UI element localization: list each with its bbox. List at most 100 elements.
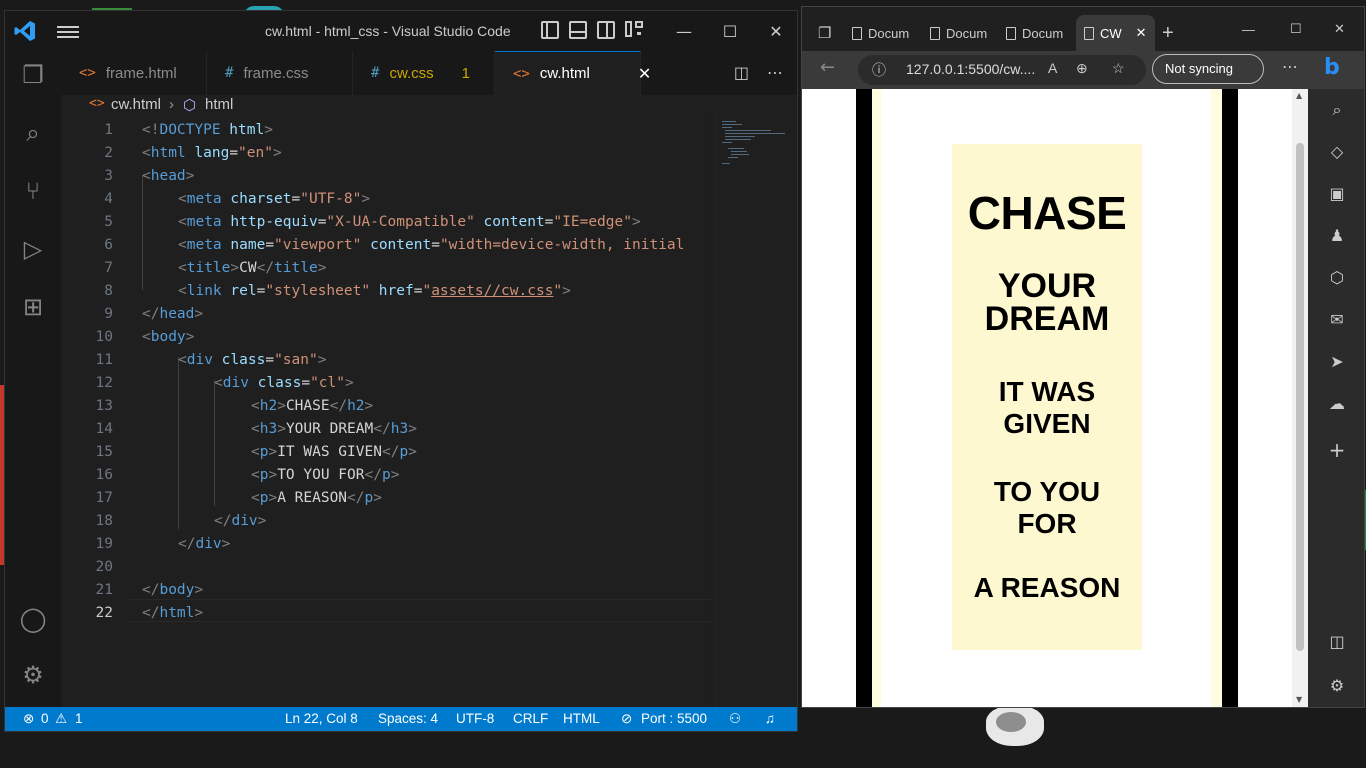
sidebar-toggle-icon[interactable]: ◫: [1328, 633, 1346, 651]
code-editor[interactable]: 1 <!DOCTYPE html> 2 <html lang="en"> 3 <hea…: [61, 117, 711, 707]
tab-cw-html[interactable]: <> cw.html ✕: [495, 51, 651, 95]
attr: charset: [221, 191, 292, 207]
minimize-icon[interactable]: —: [1242, 7, 1255, 51]
browser-tab-2[interactable]: Docum: [930, 15, 987, 51]
minimize-icon[interactable]: —: [661, 11, 707, 51]
settings-gear-icon[interactable]: ⚙: [19, 661, 47, 689]
zoom-icon[interactable]: ⊕: [1076, 60, 1088, 77]
toggle-secondary-sidebar-icon[interactable]: [597, 21, 615, 39]
accounts-icon[interactable]: ◯: [19, 605, 47, 633]
maximize-icon[interactable]: ☐: [1290, 7, 1302, 51]
search-icon[interactable]: ⌕: [1328, 101, 1346, 119]
extensions-icon[interactable]: ⊞: [19, 293, 47, 321]
bing-icon[interactable]: b: [1324, 55, 1340, 80]
drop-icon[interactable]: ☁: [1328, 395, 1346, 413]
punct: >: [408, 421, 417, 437]
games-icon[interactable]: ♟: [1328, 227, 1346, 245]
editor-actions: ◫ ⋯: [734, 63, 783, 82]
toggle-panel-icon[interactable]: [569, 21, 587, 39]
scroll-thumb[interactable]: [1296, 143, 1304, 651]
warning-icon[interactable]: ⚠: [55, 711, 67, 727]
explorer-icon[interactable]: ❐: [19, 61, 47, 89]
back-arrow-icon[interactable]: ←: [820, 57, 835, 78]
tab-cw-css[interactable]: # cw.css 1: [353, 51, 495, 95]
minimap-line: [722, 124, 742, 125]
settings-gear-icon[interactable]: ⚙: [1328, 677, 1346, 695]
punct: >: [277, 421, 286, 437]
minimap-line: [725, 136, 755, 137]
tag: link: [186, 283, 222, 299]
tools-icon[interactable]: ▣: [1328, 185, 1346, 203]
encoding[interactable]: UTF-8: [456, 711, 494, 726]
toggle-primary-sidebar-icon[interactable]: [541, 21, 559, 39]
tag: p: [364, 490, 374, 506]
menu-icon[interactable]: [57, 23, 79, 39]
sync-button[interactable]: Not syncing: [1152, 54, 1264, 84]
tab-frame-css[interactable]: # frame.css: [207, 51, 353, 95]
page-scrollbar[interactable]: ▲ ▼: [1292, 89, 1308, 707]
browser-tab-1[interactable]: Docum: [852, 15, 909, 51]
send-icon[interactable]: ➤: [1328, 353, 1346, 371]
code-text: </html>: [142, 602, 203, 625]
link[interactable]: assets//cw.css: [431, 283, 553, 299]
minimap[interactable]: [715, 117, 797, 707]
punct: >: [317, 260, 327, 276]
new-tab-icon[interactable]: +: [1162, 15, 1174, 51]
feedback-icon[interactable]: ⚇: [729, 711, 741, 727]
language-mode[interactable]: HTML: [563, 711, 600, 726]
string: "san": [274, 352, 318, 368]
punct: =: [431, 237, 440, 253]
split-editor-icon[interactable]: ◫: [734, 63, 749, 82]
error-count[interactable]: 0: [41, 711, 49, 726]
tab-frame-html[interactable]: <> frame.html: [61, 51, 207, 95]
breadcrumb-element[interactable]: html: [205, 96, 233, 113]
attr: name: [221, 237, 266, 253]
outlook-icon[interactable]: ✉: [1328, 311, 1346, 329]
warning-count[interactable]: 1: [75, 711, 83, 726]
indentation[interactable]: Spaces: 4: [378, 711, 438, 726]
tag: h3: [390, 421, 409, 437]
text: YOUR DREAM: [285, 421, 374, 437]
breadcrumb-file[interactable]: cw.html: [111, 96, 161, 113]
close-tab-icon[interactable]: ✕: [1136, 25, 1147, 41]
maximize-icon[interactable]: ☐: [707, 11, 753, 51]
add-icon[interactable]: +: [1328, 440, 1346, 460]
code-text: <meta name="viewport" content="width=dev…: [178, 234, 684, 257]
office-icon[interactable]: ⬡: [1328, 269, 1346, 287]
scroll-down-icon[interactable]: ▼: [1296, 695, 1302, 704]
customize-layout-icon[interactable]: [625, 21, 643, 39]
close-tab-icon[interactable]: ✕: [638, 64, 651, 84]
read-aloud-icon[interactable]: A: [1048, 60, 1057, 76]
minimap-line: [728, 157, 738, 158]
text: TO YOU FOR: [277, 467, 365, 483]
vscode-titlebar: cw.html - html_css - Visual Studio Code …: [5, 11, 797, 51]
line-endings[interactable]: CRLF: [513, 711, 548, 726]
shopping-tag-icon[interactable]: ◇: [1328, 143, 1346, 161]
window-title: cw.html - html_css - Visual Studio Code: [265, 23, 511, 39]
more-actions-icon[interactable]: ⋯: [767, 63, 783, 82]
broadcast-icon[interactable]: ⊘: [621, 711, 632, 727]
close-icon[interactable]: ✕: [1334, 7, 1345, 51]
minimap-line: [728, 148, 744, 149]
punct: <: [251, 444, 260, 460]
code-text: <meta http-equiv="X-UA-Compatible" conte…: [178, 211, 641, 234]
search-icon[interactable]: ⌕: [19, 119, 47, 147]
favorite-star-icon[interactable]: ☆: [1112, 60, 1125, 77]
tab-actions-icon[interactable]: ❐: [818, 15, 831, 51]
more-menu-icon[interactable]: ⋯: [1282, 57, 1298, 76]
live-server-port[interactable]: Port : 5500: [641, 711, 707, 726]
close-icon[interactable]: ✕: [753, 11, 797, 51]
scroll-up-icon[interactable]: ▲: [1296, 91, 1302, 100]
browser-tab-active[interactable]: CW ✕: [1076, 15, 1155, 51]
source-control-icon[interactable]: ⑂: [19, 177, 47, 205]
code-line: 17 <p>A REASON</p>: [61, 487, 711, 510]
cursor-position[interactable]: Ln 22, Col 8: [285, 711, 358, 726]
code-line: 3 <head>: [61, 165, 711, 188]
notifications-bell-icon[interactable]: ♫: [765, 711, 775, 726]
run-debug-icon[interactable]: ▷: [19, 235, 47, 263]
browser-tab-3[interactable]: Docum: [1006, 15, 1063, 51]
address-bar[interactable]: ⓘ 127.0.0.1:5500/cw.... A ⊕ ☆: [858, 55, 1146, 85]
string: "cl": [310, 375, 345, 391]
info-icon[interactable]: ⓘ: [872, 60, 886, 80]
error-icon[interactable]: ⊗: [23, 711, 34, 727]
